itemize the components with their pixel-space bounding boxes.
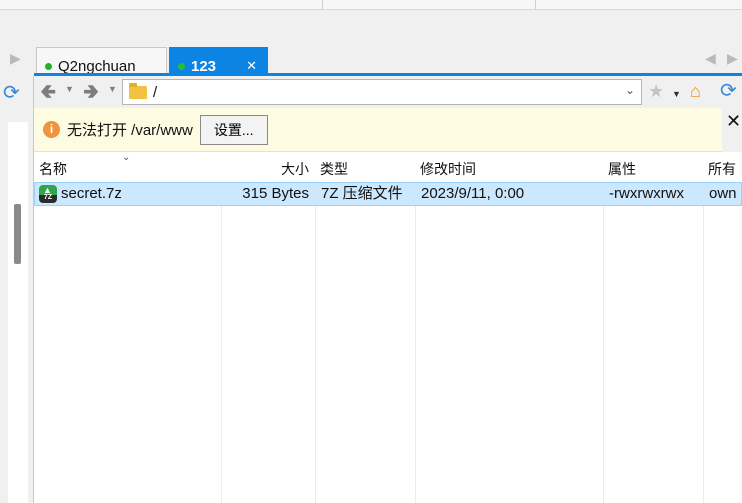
- column-header-attributes[interactable]: 属性: [603, 152, 703, 182]
- tab-scroll-left-icon[interactable]: ◀: [705, 50, 716, 67]
- file-type: 7Z 压缩文件: [321, 185, 403, 202]
- left-panel: ⟳: [0, 76, 34, 503]
- file-attributes: -rwxrwxrwx: [609, 185, 684, 202]
- scrollbar-track[interactable]: [8, 122, 28, 503]
- error-message: 无法打开 /var/www: [67, 122, 193, 139]
- column-header-modified[interactable]: 修改时间: [415, 152, 603, 182]
- column-header-size[interactable]: 大小: [221, 152, 315, 182]
- settings-button[interactable]: 设置...: [199, 114, 268, 145]
- back-arrow-icon[interactable]: 🢀: [40, 80, 56, 104]
- path-text: /: [153, 83, 158, 101]
- toolbar: 🢀 ▼ 🢂 ▼ / ⌄ ★ ▼ ⌂ ⟳: [34, 76, 742, 108]
- top-divider: [535, 0, 536, 10]
- path-input[interactable]: / ⌄: [122, 79, 642, 105]
- tab-label: Q2ngchuan: [58, 57, 136, 75]
- column-header-name[interactable]: 名称: [34, 152, 221, 182]
- star-icon[interactable]: ★: [648, 81, 664, 101]
- file-size: 315 Bytes: [242, 185, 309, 202]
- sftp-window: ▶ Q2ngchuan 123 ✕ ◀ ▶ ⟳ 🢀 ▼ 🢂 ▼ / ⌄ ★ ▼ …: [0, 0, 742, 503]
- tab-bar: ▶ Q2ngchuan 123 ✕ ◀ ▶: [0, 10, 742, 84]
- 7z-archive-icon: 7Z: [39, 177, 57, 203]
- refresh-icon[interactable]: ⟳: [720, 81, 737, 101]
- table-header: ⌄ 名称 大小 类型 修改时间 属性 所有: [34, 152, 742, 182]
- tab-label: 123: [191, 57, 217, 75]
- top-divider: [322, 0, 323, 10]
- top-strip: [0, 0, 742, 10]
- tab-scroll-right-icon[interactable]: ▶: [727, 50, 738, 67]
- info-icon: i: [43, 121, 60, 138]
- tab-scroll-left-icon[interactable]: ▶: [10, 50, 21, 67]
- chevron-down-icon[interactable]: ▼: [108, 84, 117, 94]
- connection-status-icon: [45, 62, 52, 70]
- close-icon[interactable]: ✕: [726, 111, 741, 132]
- file-modified: 2023/9/11, 0:00: [421, 185, 525, 202]
- column-header-type[interactable]: 类型: [315, 152, 415, 182]
- folder-icon: [129, 82, 147, 99]
- column-header-owner[interactable]: 所有: [703, 152, 742, 182]
- error-bar: i 无法打开 /var/www 设置...: [34, 108, 722, 152]
- chevron-down-icon[interactable]: ⌄: [625, 83, 635, 97]
- connection-status-icon: [178, 62, 185, 70]
- scrollbar-thumb[interactable]: [14, 204, 21, 264]
- forward-arrow-icon[interactable]: 🢂: [83, 80, 99, 104]
- chevron-down-icon[interactable]: ▼: [65, 84, 74, 94]
- home-folder-icon[interactable]: ⌂: [690, 81, 701, 101]
- refresh-icon[interactable]: ⟳: [3, 82, 25, 104]
- file-owner: own: [709, 185, 737, 202]
- close-tab-icon[interactable]: ✕: [246, 58, 257, 74]
- file-name: secret.7z: [61, 185, 122, 202]
- table-row[interactable]: 7Z secret.7z 315 Bytes 7Z 压缩文件 2023/9/11…: [34, 177, 742, 206]
- file-table: ⌄ 名称 大小 类型 修改时间 属性 所有 7Z secret.7z 315 B…: [34, 152, 742, 503]
- chevron-down-icon[interactable]: ▼: [672, 84, 681, 104]
